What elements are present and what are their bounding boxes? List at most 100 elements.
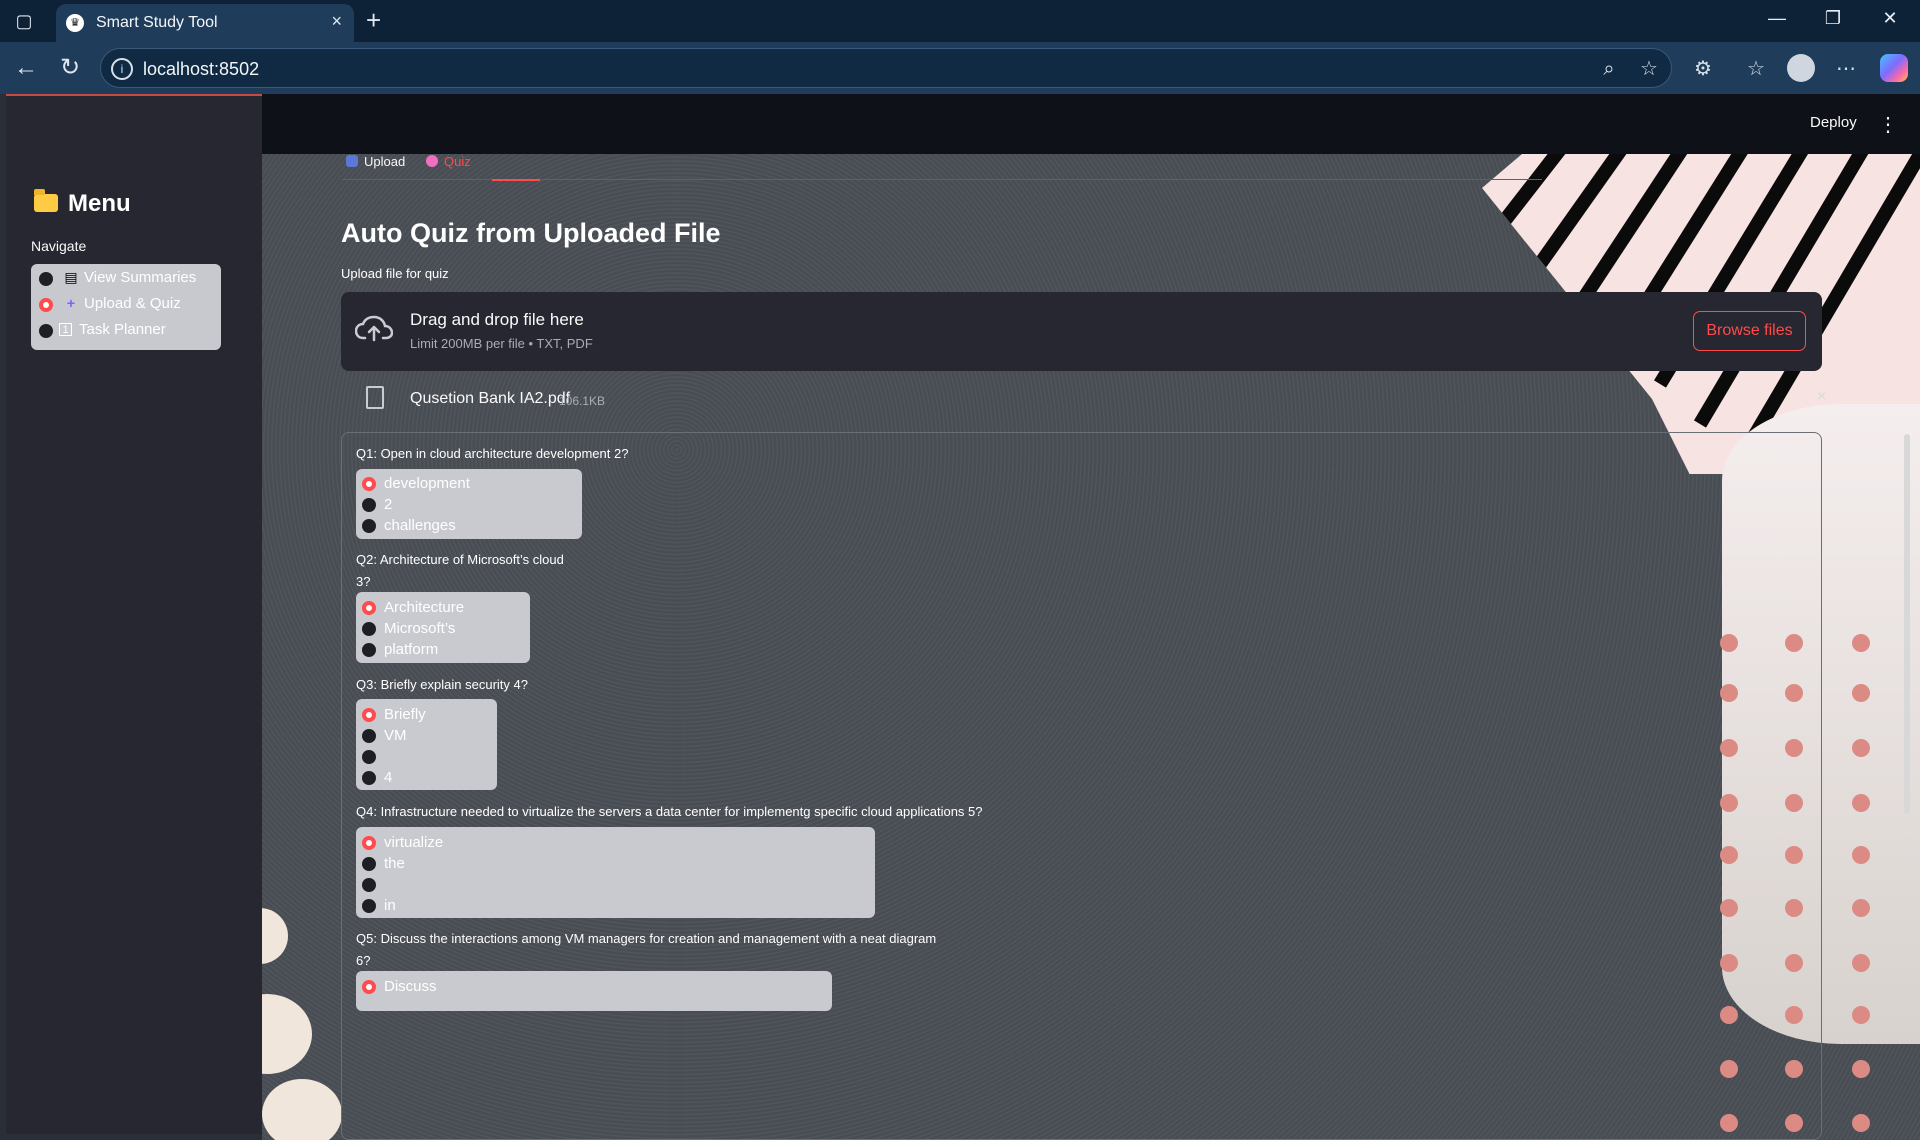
decorative-dot — [1852, 684, 1870, 702]
page-tabs: Upload Quiz — [342, 152, 1542, 181]
tab-quiz[interactable]: Quiz — [422, 154, 475, 169]
tab-upload[interactable]: Upload — [342, 154, 409, 169]
decorative-dot — [1852, 794, 1870, 812]
decorative-dot — [1852, 1060, 1870, 1078]
option-label: Microsoft’s — [384, 620, 456, 637]
decorative-dot — [1852, 1006, 1870, 1024]
page-scrollbar[interactable] — [1904, 434, 1910, 814]
favorites-icon[interactable]: ☆ — [1742, 55, 1770, 83]
menu-title-text: Menu — [68, 190, 131, 217]
restore-icon[interactable]: ❐ — [1819, 8, 1847, 29]
question-5-options: Discuss — [356, 971, 832, 1011]
radio-selected-icon — [362, 708, 376, 722]
upload-label: Upload file for quiz — [341, 266, 449, 281]
quiz-form: Q1: Open in cloud architecture developme… — [341, 432, 1822, 1140]
sidebar-item-label: Upload & Quiz — [84, 295, 181, 312]
address-bar[interactable]: i localhost:8502 ⌕ ☆ — [100, 48, 1672, 88]
tab-quiz-label: Quiz — [444, 154, 471, 169]
radio-unselected-icon — [362, 857, 376, 871]
question-1: Q1: Open in cloud architecture developme… — [356, 446, 629, 461]
radio-unselected-icon — [362, 750, 376, 764]
decorative-dot — [1852, 899, 1870, 917]
radio-unselected-icon — [362, 622, 376, 636]
question-4: Q4: Infrastructure needed to virtualize … — [356, 804, 983, 819]
streamlit-favicon-icon: ♛ — [66, 14, 84, 32]
dropzone-title: Drag and drop file here — [410, 310, 584, 329]
new-tab-icon[interactable]: + — [366, 6, 381, 34]
option-label: development — [384, 475, 470, 492]
dropzone-limit: Limit 200MB per file • TXT, PDF — [410, 336, 593, 351]
navigate-label: Navigate — [31, 238, 87, 254]
tab-actions-icon[interactable]: ▢ — [12, 9, 36, 33]
back-icon[interactable]: ← — [12, 54, 40, 82]
deploy-button[interactable]: Deploy — [1810, 114, 1857, 131]
sidebar-menu-title: Menu — [34, 189, 131, 218]
file-icon — [366, 386, 384, 409]
app-header: Deploy ⋮ — [262, 94, 1920, 154]
folder-icon — [34, 189, 58, 212]
page-title: Auto Quiz from Uploaded File — [341, 218, 721, 248]
upload-icon — [346, 155, 358, 167]
question-3-options: Briefly VM 4 — [356, 699, 497, 790]
file-dropzone[interactable]: Drag and drop file here Limit 200MB per … — [341, 292, 1822, 371]
radio-unselected-icon — [362, 729, 376, 743]
option-label: 2 — [384, 496, 393, 513]
brain-icon — [426, 155, 438, 167]
remove-file-icon[interactable]: × — [1817, 388, 1826, 406]
option-label: virtualize — [384, 834, 444, 851]
plus-icon: + — [66, 295, 76, 311]
decorative-blob — [262, 1079, 342, 1140]
question-2-options: Architecture Microsoft’s platform — [356, 592, 530, 663]
radio-selected-icon — [362, 477, 376, 491]
option-label: Architecture — [384, 599, 465, 616]
number-1-icon: 1 — [59, 323, 72, 336]
sidebar-item-view-summaries[interactable]: ▤ View Summaries — [39, 267, 215, 291]
app-menu-icon[interactable]: ⋮ — [1878, 112, 1898, 137]
reload-icon[interactable]: ↻ — [56, 54, 84, 82]
option-label: in — [384, 897, 396, 914]
browser-window: ▢ ♛ Smart Study Tool × + — ❐ ✕ ← ↻ i loc… — [0, 0, 1920, 1140]
option-label: challenges — [384, 517, 456, 534]
file-name: Qusetion Bank IA2.pdf — [410, 390, 571, 407]
bookmark-star-icon[interactable]: ☆ — [1637, 57, 1661, 81]
streamlit-page: Menu Navigate ▤ View Summaries + Upload … — [0, 94, 1920, 1140]
browser-tab-active[interactable]: ♛ Smart Study Tool × — [56, 4, 354, 42]
radio-selected-icon — [362, 836, 376, 850]
sidebar: Menu Navigate ▤ View Summaries + Upload … — [6, 94, 262, 1134]
minimize-icon[interactable]: — — [1763, 8, 1791, 29]
browser-toolbar: ← ↻ i localhost:8502 ⌕ ☆ ⚙ ☆ ⋯ — [0, 42, 1920, 94]
decorative-dot — [1852, 1114, 1870, 1132]
document-icon: ▤ — [64, 269, 78, 285]
sidebar-item-label: Task Planner — [79, 321, 166, 338]
profile-avatar[interactable] — [1787, 54, 1815, 82]
option-label: Discuss — [384, 978, 437, 995]
browse-files-button[interactable]: Browse files — [1693, 311, 1806, 351]
sidebar-item-label: View Summaries — [84, 269, 197, 286]
radio-unselected-icon — [362, 878, 376, 892]
option-label: the — [384, 855, 405, 872]
copilot-icon[interactable] — [1880, 54, 1908, 82]
browser-tabbar: ▢ ♛ Smart Study Tool × + — ❐ ✕ — [0, 0, 1920, 42]
question-4-options: virtualize the in — [356, 827, 875, 918]
radio-unselected-icon — [362, 498, 376, 512]
radio-unselected-icon — [362, 643, 376, 657]
cloud-upload-icon — [355, 315, 393, 342]
url-text[interactable]: localhost:8502 — [143, 59, 259, 80]
question-1-options: development 2 challenges — [356, 469, 582, 539]
radio-selected-icon — [362, 980, 376, 994]
extensions-icon[interactable]: ⚙ — [1689, 55, 1717, 83]
decorative-dot — [1852, 846, 1870, 864]
option-label: 4 — [384, 769, 393, 786]
close-window-icon[interactable]: ✕ — [1876, 8, 1904, 29]
tab-title: Smart Study Tool — [96, 14, 218, 31]
radio-unselected-icon — [39, 272, 53, 286]
site-info-icon[interactable]: i — [111, 58, 133, 80]
more-options-icon[interactable]: ⋯ — [1832, 55, 1860, 83]
uploaded-file-row: Qusetion Bank IA2.pdf 106.1KB × — [341, 376, 1826, 420]
sidebar-item-upload-quiz[interactable]: + Upload & Quiz — [39, 293, 215, 317]
zoom-icon[interactable]: ⌕ — [1597, 57, 1621, 81]
sidebar-item-task-planner[interactable]: 1 Task Planner — [39, 319, 215, 343]
file-size: 106.1KB — [559, 394, 606, 408]
tab-close-icon[interactable]: × — [331, 11, 342, 32]
decorative-dot — [1852, 634, 1870, 652]
